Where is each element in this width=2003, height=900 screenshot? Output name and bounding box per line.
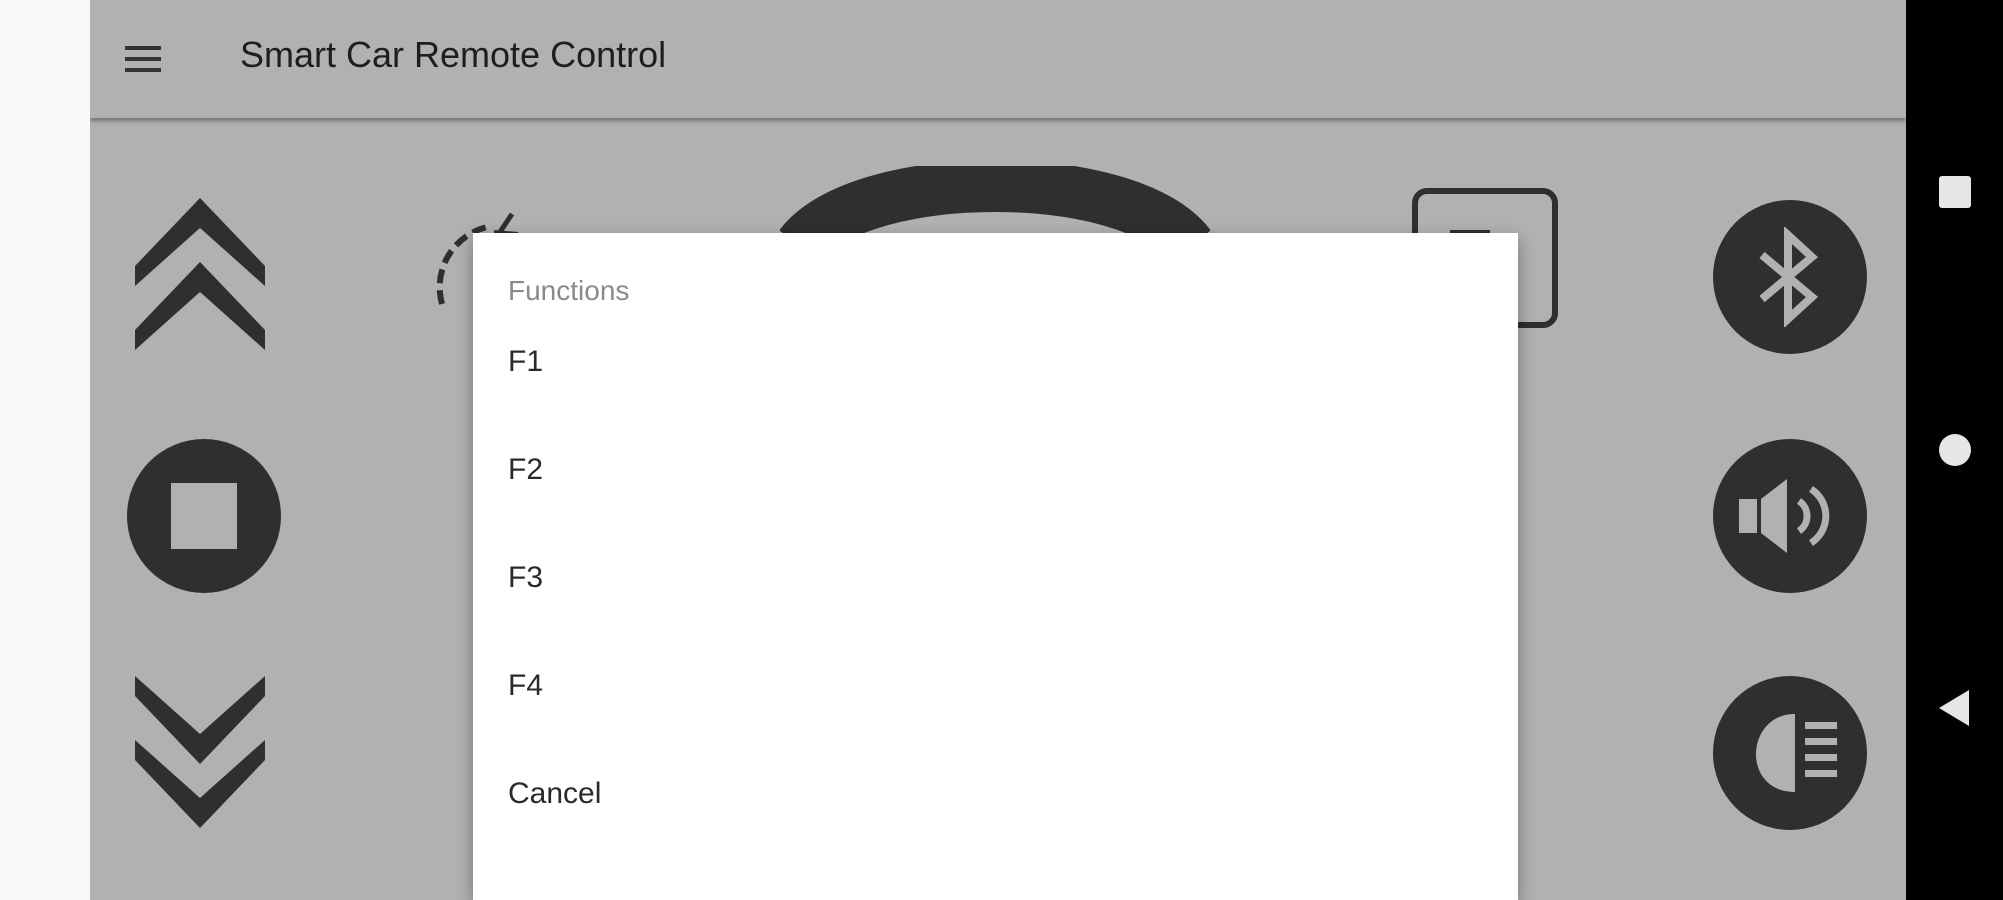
dialog-item-label: F1	[508, 345, 544, 378]
square-recents-icon[interactable]	[1933, 170, 1977, 214]
triangle-back-icon[interactable]	[1933, 686, 1977, 730]
dialog-item-label: Cancel	[508, 777, 602, 810]
dialog-item-label: F3	[508, 561, 544, 594]
functions-dialog: Functions F1 F2 F3 F4 Cancel	[473, 233, 1518, 900]
stop-square-icon	[171, 483, 237, 549]
double-chevron-up-icon	[135, 198, 265, 350]
double-chevron-down-icon	[135, 676, 265, 828]
headlight-button[interactable]	[1713, 676, 1867, 830]
left-margin	[0, 0, 90, 900]
dialog-item-f1[interactable]: F1	[473, 317, 1518, 425]
speaker-volume-icon	[1739, 479, 1830, 553]
dialog-item-cancel[interactable]: Cancel	[473, 749, 1518, 857]
top-app-bar: Smart Car Remote Control	[90, 0, 1906, 118]
headlight-icon	[1755, 714, 1837, 792]
stop-button[interactable]	[127, 439, 281, 593]
dialog-item-label: F4	[508, 669, 544, 702]
backward-button[interactable]	[135, 676, 265, 834]
dialog-title: Functions	[508, 275, 630, 306]
bluetooth-icon	[1759, 227, 1819, 327]
bluetooth-button[interactable]	[1713, 200, 1867, 354]
forward-button[interactable]	[135, 198, 265, 356]
app-title: Smart Car Remote Control	[240, 34, 667, 75]
dialog-item-f2[interactable]: F2	[473, 425, 1518, 533]
hamburger-menu-icon[interactable]	[120, 36, 166, 82]
circle-home-icon[interactable]	[1933, 428, 1977, 472]
dialog-item-f4[interactable]: F4	[473, 641, 1518, 749]
horn-button[interactable]	[1713, 439, 1867, 593]
system-nav-bar	[1906, 0, 2003, 900]
dialog-item-label: F2	[508, 453, 544, 486]
dialog-item-f3[interactable]: F3	[473, 533, 1518, 641]
